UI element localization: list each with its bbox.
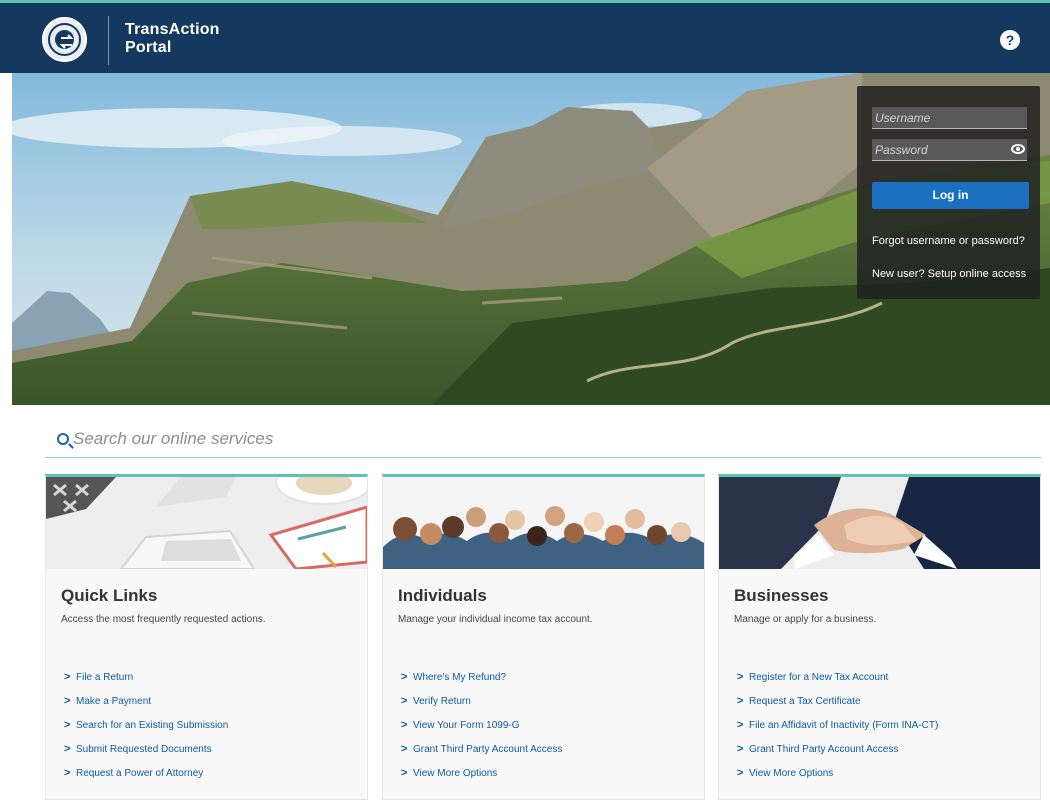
individuals-link-refund[interactable]: > Where's My Refund? <box>401 670 562 694</box>
businesses-card: Businesses Manage or apply for a busines… <box>718 474 1041 800</box>
forgot-credentials-link[interactable]: Forgot username or password? <box>872 235 1025 247</box>
business-link-affidavit-inactivity[interactable]: > File an Affidavit of Inactivity (Form I… <box>737 718 938 742</box>
link-label: Request a Tax Certificate <box>749 696 861 707</box>
business-link-more-options[interactable]: > View More Options <box>737 766 938 790</box>
laptop-desk-image <box>46 477 367 569</box>
link-label: Verify Return <box>413 696 471 707</box>
quick-link-file-return[interactable]: > File a Return <box>64 670 228 694</box>
card-title: Quick Links <box>61 586 158 605</box>
chevron-right-icon: > <box>737 743 744 755</box>
handshake-image <box>719 477 1040 569</box>
business-link-register-tax-account[interactable]: > Register for a New Tax Account <box>737 670 938 694</box>
card-title: Individuals <box>398 586 487 605</box>
business-link-tax-certificate[interactable]: > Request a Tax Certificate <box>737 694 938 718</box>
portal-title-line-2: Portal <box>125 39 172 56</box>
link-label: Register for a New Tax Account <box>749 672 889 683</box>
card-description: Manage your individual income tax accoun… <box>398 614 593 625</box>
search-bar[interactable]: Search our online services <box>45 424 1041 458</box>
chevron-right-icon: > <box>737 695 744 707</box>
username-input[interactable]: Username <box>872 107 1027 129</box>
link-label: View More Options <box>413 768 498 779</box>
portal-title-line-1: TransAction <box>125 21 220 38</box>
card-description: Manage or apply for a business. <box>734 614 877 625</box>
link-label: Grant Third Party Account Access <box>749 744 899 755</box>
individuals-link-more-options[interactable]: > View More Options <box>401 766 562 790</box>
logo-divider <box>108 16 109 65</box>
card-description: Access the most frequently requested act… <box>61 614 266 625</box>
quick-link-search-submission[interactable]: > Search for an Existing Submission <box>64 718 228 742</box>
chevron-right-icon: > <box>401 671 408 683</box>
chevron-right-icon: > <box>64 671 71 683</box>
eye-icon[interactable] <box>1011 144 1025 154</box>
password-input[interactable]: Password <box>872 139 1027 161</box>
password-placeholder: Password <box>875 143 928 157</box>
individuals-links-list: > Where's My Refund? > Verify Return > View… <box>401 670 562 790</box>
link-label: View Your Form 1099-G <box>413 720 520 731</box>
portal-title[interactable]: TransAction Portal <box>125 21 220 57</box>
site-header: TransAction Portal ? <box>0 3 1050 73</box>
chevron-right-icon: > <box>401 767 408 779</box>
new-user-setup-link[interactable]: New user? Setup online access <box>872 268 1026 280</box>
chevron-right-icon: > <box>64 767 71 779</box>
login-button[interactable]: Log in <box>872 182 1029 209</box>
chevron-right-icon: > <box>64 719 71 731</box>
individuals-link-form-1099g[interactable]: > View Your Form 1099-G <box>401 718 562 742</box>
chevron-right-icon: > <box>401 743 408 755</box>
link-label: Make a Payment <box>76 696 152 707</box>
people-illustration <box>383 477 704 569</box>
individuals-link-verify-return[interactable]: > Verify Return <box>401 694 562 718</box>
chevron-right-icon: > <box>401 719 408 731</box>
exchange-arrows-icon <box>59 34 74 49</box>
chevron-right-icon: > <box>737 671 744 683</box>
link-label: File an Affidavit of Inactivity (Form IN… <box>749 720 939 731</box>
link-label: Grant Third Party Account Access <box>413 744 563 755</box>
quick-links-card: Quick Links Access the most frequently r… <box>45 474 368 800</box>
chevron-right-icon: > <box>401 695 408 707</box>
business-link-third-party-access[interactable]: > Grant Third Party Account Access <box>737 742 938 766</box>
quick-link-power-of-attorney[interactable]: > Request a Power of Attorney <box>64 766 228 790</box>
help-icon[interactable]: ? <box>1000 30 1020 50</box>
link-label: Search for an Existing Submission <box>76 720 229 731</box>
login-panel: Username Password Log in Forgot username… <box>857 86 1040 299</box>
seal-logo-icon[interactable] <box>42 17 87 62</box>
search-input[interactable]: Search our online services <box>73 429 273 449</box>
laptop-desk-illustration <box>46 477 367 569</box>
chevron-right-icon: > <box>64 695 71 707</box>
link-label: Where's My Refund? <box>413 672 507 683</box>
quick-link-make-payment[interactable]: > Make a Payment <box>64 694 228 718</box>
individuals-card: Individuals Manage your individual incom… <box>382 474 705 800</box>
handshake-illustration <box>719 477 1040 569</box>
chevron-right-icon: > <box>737 719 744 731</box>
chevron-right-icon: > <box>737 767 744 779</box>
link-label: File a Return <box>76 672 134 683</box>
businesses-links-list: > Register for a New Tax Account > Request… <box>737 670 938 790</box>
chevron-right-icon: > <box>64 743 71 755</box>
link-label: Submit Requested Documents <box>76 744 212 755</box>
quick-links-list: > File a Return > Make a Payment > Search f… <box>64 670 228 790</box>
eye-pupil <box>1016 147 1020 151</box>
search-icon[interactable] <box>57 433 69 445</box>
group-of-people-image <box>383 477 704 569</box>
card-title: Businesses <box>734 586 829 605</box>
individuals-link-third-party-access[interactable]: > Grant Third Party Account Access <box>401 742 562 766</box>
link-label: Request a Power of Attorney <box>76 768 204 779</box>
link-label: View More Options <box>749 768 834 779</box>
quick-link-submit-documents[interactable]: > Submit Requested Documents <box>64 742 228 766</box>
